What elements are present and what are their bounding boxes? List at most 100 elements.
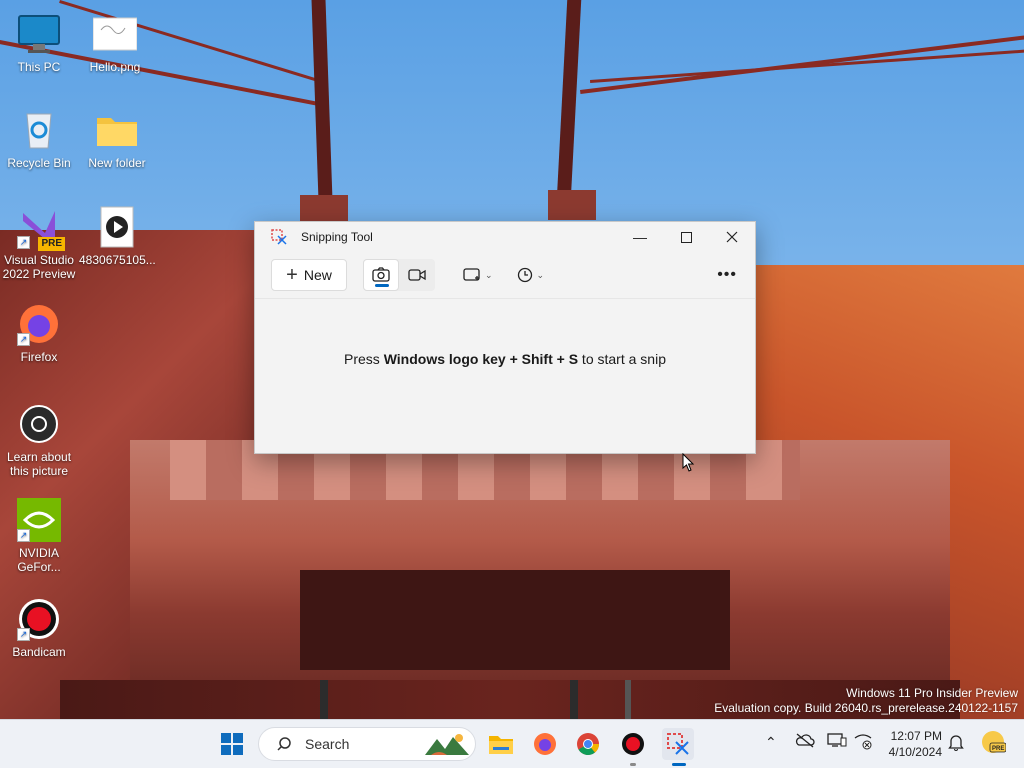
- snipping-tool-icon: [667, 733, 689, 755]
- search-highlight-icon: [425, 734, 469, 755]
- rectangle-snip-icon: [463, 268, 480, 281]
- start-icon: [221, 733, 243, 755]
- cloud-offline-icon: [795, 733, 815, 748]
- bandicam-icon: ↗: [17, 597, 61, 641]
- firefox-icon: [534, 733, 556, 755]
- snip-toolbar: + New ⌄ ⌄ •••: [255, 252, 755, 299]
- minimize-icon: —: [633, 229, 647, 245]
- folder-icon: [95, 108, 139, 152]
- display-icon: [827, 733, 847, 747]
- image-file-icon: [92, 12, 138, 56]
- more-dots-icon: •••: [717, 266, 737, 283]
- taskbar-firefox[interactable]: [529, 728, 561, 760]
- desktop-icon-learn-about-picture[interactable]: Learn about this picture: [1, 402, 77, 478]
- desktop-icon-label: Hello.png: [89, 60, 141, 74]
- desktop-icon-bandicam[interactable]: ↗ Bandicam: [1, 597, 77, 659]
- visual-studio-icon: PRE ↗: [17, 205, 65, 251]
- pre-badge: PRE: [38, 237, 65, 251]
- bandicam-icon: [622, 733, 644, 755]
- camera-icon: [372, 267, 390, 282]
- chevron-down-icon: ⌄: [485, 269, 493, 280]
- taskbar-bandicam[interactable]: [617, 728, 649, 760]
- close-button[interactable]: [709, 222, 755, 252]
- desktop-icon-hello-png[interactable]: Hello.png: [77, 12, 153, 74]
- more-options-button[interactable]: •••: [717, 266, 737, 284]
- shortcut-arrow-icon: ↗: [17, 628, 30, 641]
- onedrive-status-button[interactable]: [795, 732, 815, 751]
- watermark-build: Evaluation copy. Build 26040.rs_prerelea…: [714, 701, 1018, 715]
- search-placeholder: Search: [305, 736, 350, 752]
- snip-mode-toggle: [363, 259, 435, 291]
- camera-circle-icon: [17, 402, 61, 446]
- new-snip-label: New: [303, 267, 332, 283]
- mouse-cursor-icon: [682, 453, 695, 472]
- maximize-icon: [680, 231, 692, 243]
- desktop-icon-label: Learn about this picture: [6, 450, 72, 478]
- chrome-icon: [577, 733, 599, 755]
- snip-shape-dropdown[interactable]: ⌄: [459, 260, 497, 290]
- bell-icon: [948, 735, 964, 751]
- video-icon: [408, 269, 426, 281]
- recycle-bin-icon: [17, 108, 61, 152]
- notifications-button[interactable]: [948, 733, 964, 754]
- media-file-icon: [95, 205, 139, 249]
- delay-dropdown[interactable]: ⌄: [513, 260, 549, 290]
- shortcut-arrow-icon: ↗: [17, 236, 30, 249]
- taskbar-file-explorer[interactable]: [485, 728, 517, 760]
- search-icon: [277, 737, 291, 751]
- file-explorer-icon: [489, 736, 513, 754]
- desktop-icon-recycle-bin[interactable]: Recycle Bin: [1, 108, 77, 170]
- copilot-pre-icon: PRE: [982, 731, 1007, 753]
- desktop-icon-label: Recycle Bin: [7, 156, 71, 170]
- desktop-icon-label: Firefox: [20, 350, 58, 364]
- clock-date: 4/10/2024: [888, 745, 942, 759]
- desktop-icon-visual-studio[interactable]: PRE ↗ Visual Studio 2022 Preview: [1, 205, 77, 281]
- snipping-tool-window[interactable]: Snipping Tool — + New ⌄ ⌄ ••• Press Wind…: [254, 221, 756, 454]
- shortcut-arrow-icon: ↗: [17, 529, 30, 542]
- chevron-up-icon: ⌃: [765, 734, 777, 750]
- taskbar-snipping-tool[interactable]: [662, 728, 694, 760]
- show-hidden-icons-button[interactable]: ⌃: [765, 734, 777, 751]
- watermark-edition: Windows 11 Pro Insider Preview: [846, 686, 1018, 700]
- desktop-icon-firefox[interactable]: ↗ Firefox: [1, 302, 77, 364]
- clock-button[interactable]: 12:07 PM 4/10/2024: [889, 728, 942, 760]
- instructions-prefix: Press: [344, 351, 384, 367]
- desktop-icon-label: New folder: [88, 156, 146, 170]
- display-tray-button[interactable]: [827, 732, 847, 751]
- new-snip-button[interactable]: + New: [271, 259, 347, 291]
- desktop-icon-new-folder[interactable]: New folder: [79, 108, 155, 170]
- clock-icon: [517, 267, 532, 283]
- start-button[interactable]: [216, 728, 248, 760]
- network-disconnected-icon: [854, 734, 872, 750]
- nvidia-icon: ↗: [17, 498, 61, 542]
- running-indicator: [630, 763, 636, 766]
- minimize-button[interactable]: —: [617, 222, 663, 252]
- instructions-suffix: to start a snip: [578, 351, 666, 367]
- plus-icon: +: [286, 264, 298, 286]
- network-tray-button[interactable]: [853, 732, 873, 753]
- snipping-tool-app-icon: [271, 229, 287, 245]
- clock-time: 12:07 PM: [890, 729, 942, 743]
- snip-instructions: Press Windows logo key + Shift + S to st…: [255, 351, 755, 367]
- taskbar-chrome[interactable]: [572, 728, 604, 760]
- desktop-icon-label: NVIDIA GeFor...: [17, 546, 61, 574]
- title-bar[interactable]: Snipping Tool —: [255, 222, 755, 252]
- maximize-button[interactable]: [663, 222, 709, 252]
- close-icon: [726, 231, 738, 243]
- taskbar-search-box[interactable]: Search: [258, 727, 476, 761]
- desktop-icon-this-pc[interactable]: This PC: [1, 12, 77, 74]
- copilot-preview-button[interactable]: PRE: [980, 729, 1007, 758]
- firefox-icon: ↗: [17, 302, 61, 346]
- monitor-icon: [17, 12, 61, 56]
- desktop-icon-label: 4830675105...: [79, 253, 156, 267]
- desktop-icon-nvidia[interactable]: ↗ NVIDIA GeFor...: [1, 498, 77, 574]
- desktop-icon-media-file[interactable]: 4830675105...: [79, 205, 156, 267]
- shortcut-arrow-icon: ↗: [17, 333, 30, 346]
- instructions-shortcut: Windows logo key + Shift + S: [383, 351, 579, 367]
- taskbar: Search ⌃ 12:07 PM 4/10/2024 PRE: [0, 719, 1024, 768]
- screenshot-mode-button[interactable]: [363, 259, 399, 291]
- active-app-indicator: [672, 763, 686, 766]
- chevron-down-icon: ⌄: [536, 269, 545, 280]
- record-mode-button[interactable]: [399, 259, 435, 291]
- desktop-icon-label: This PC: [17, 60, 61, 74]
